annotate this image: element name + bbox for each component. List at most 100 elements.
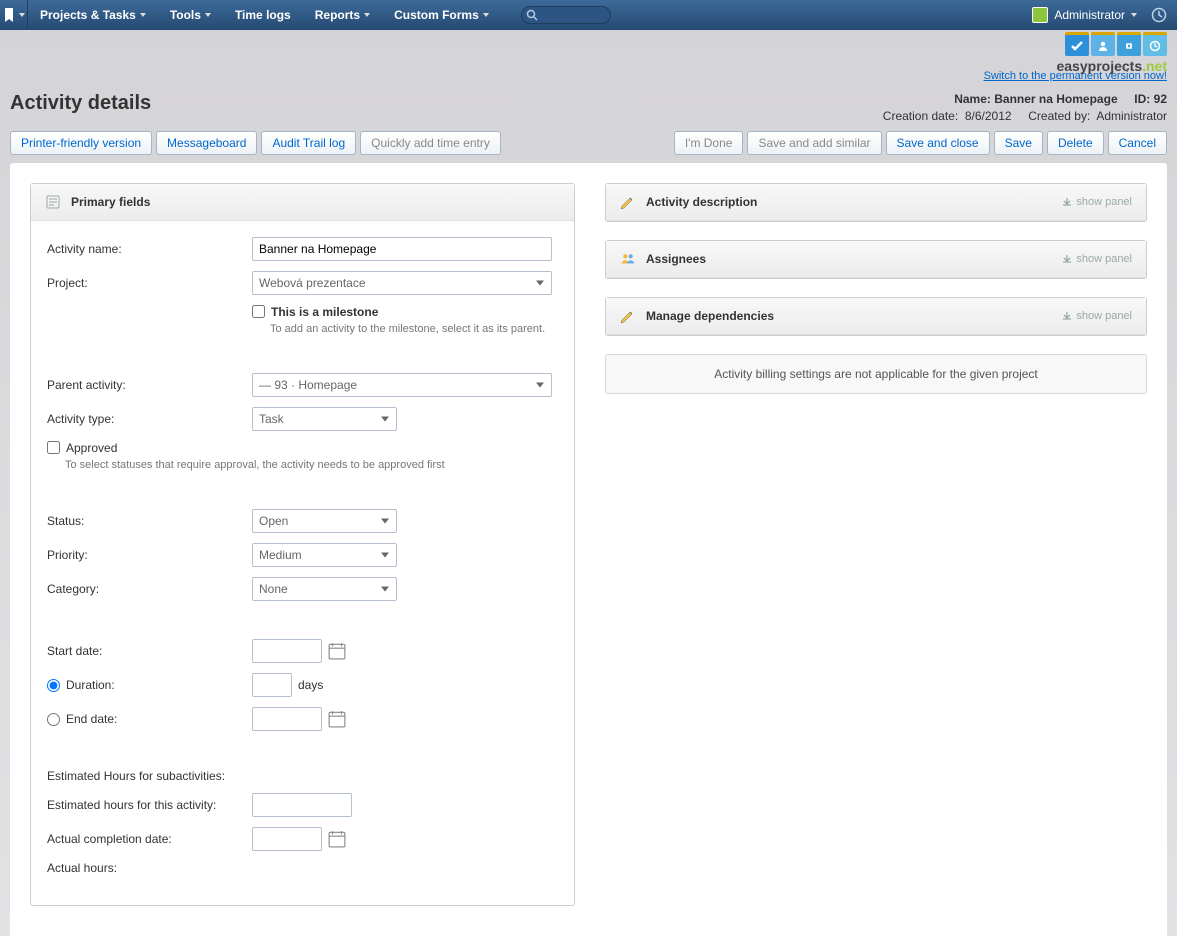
download-icon (1062, 311, 1072, 321)
parent-activity-select[interactable]: — 93 · Homepage (252, 373, 552, 397)
bookmark-icon (3, 8, 15, 22)
nav-custom-forms[interactable]: Custom Forms (382, 0, 501, 30)
download-icon (1062, 197, 1072, 207)
parent-activity-label: Parent activity: (47, 378, 252, 392)
assignees-title: Assignees (646, 252, 706, 266)
download-icon (1062, 254, 1072, 264)
im-done-button[interactable]: I'm Done (674, 131, 744, 155)
meta-created-by-label: Created by: (1028, 109, 1090, 123)
avatar (1032, 7, 1048, 23)
cancel-button[interactable]: Cancel (1108, 131, 1167, 155)
activity-type-label: Activity type: (47, 412, 252, 426)
activity-name-label: Activity name: (47, 242, 252, 256)
primary-fields-title: Primary fields (71, 195, 150, 209)
manage-dependencies-title: Manage dependencies (646, 309, 774, 323)
caret-down-icon (483, 13, 489, 17)
start-date-input[interactable] (252, 639, 322, 663)
status-select[interactable]: Open (252, 509, 397, 533)
pencil-icon (620, 308, 636, 324)
activity-name-input[interactable] (252, 237, 552, 261)
category-select[interactable]: None (252, 577, 397, 601)
show-panel-link[interactable]: show panel (1062, 253, 1132, 265)
project-label: Project: (47, 276, 252, 290)
caret-down-icon (205, 13, 211, 17)
estimated-sub-label: Estimated Hours for subactivities: (47, 769, 252, 783)
project-select[interactable]: Webová prezentace (252, 271, 552, 295)
approved-checkbox[interactable] (47, 441, 60, 454)
user-name-label: Administrator (1054, 8, 1125, 22)
nav-tools[interactable]: Tools (158, 0, 223, 30)
status-label: Status: (47, 514, 252, 528)
brand-check-icon (1070, 39, 1084, 53)
page-title: Activity details (10, 92, 883, 115)
navbar: Projects & Tasks Tools Time logs Reports… (0, 0, 1177, 30)
start-date-label: Start date: (47, 644, 252, 658)
milestone-checkbox[interactable] (252, 305, 265, 318)
end-date-input[interactable] (252, 707, 322, 731)
calendar-icon[interactable] (328, 642, 346, 660)
estimated-this-label: Estimated hours for this activity: (47, 798, 252, 812)
actual-hours-label: Actual hours: (47, 861, 252, 875)
nav-reports[interactable]: Reports (303, 0, 382, 30)
end-date-label: End date: (66, 712, 117, 726)
brand-person-icon (1097, 40, 1109, 52)
billing-info-strip: Activity billing settings are not applic… (605, 354, 1147, 394)
end-date-radio[interactable] (47, 713, 60, 726)
meta-name-label: Name: (954, 92, 991, 106)
priority-select[interactable]: Medium (252, 543, 397, 567)
assignees-panel: Assignees show panel (605, 240, 1147, 279)
audit-trail-button[interactable]: Audit Trail log (261, 131, 356, 155)
activity-description-panel: Activity description show panel (605, 183, 1147, 222)
milestone-hint: To add an activity to the milestone, sel… (270, 323, 558, 335)
messageboard-button[interactable]: Messageboard (156, 131, 257, 155)
category-label: Category: (47, 582, 252, 596)
meta-name-value: Banner na Homepage (994, 92, 1117, 106)
meta-created-by-value: Administrator (1096, 109, 1167, 123)
user-menu[interactable]: Administrator (1032, 7, 1137, 23)
meta-creation-date-value: 8/6/2012 (965, 109, 1012, 123)
brand-clock-icon (1149, 40, 1161, 52)
duration-unit: days (298, 678, 323, 692)
activity-description-title: Activity description (646, 195, 757, 209)
save-add-similar-button[interactable]: Save and add similar (747, 131, 881, 155)
show-panel-link[interactable]: show panel (1062, 310, 1132, 322)
caret-down-icon (1131, 13, 1137, 17)
save-button[interactable]: Save (994, 131, 1043, 155)
caret-down-icon (364, 13, 370, 17)
actual-completion-label: Actual completion date: (47, 832, 252, 846)
save-and-close-button[interactable]: Save and close (886, 131, 990, 155)
meta-id-label: ID: (1134, 92, 1150, 106)
brand-logo: easyprojects.net (1047, 30, 1167, 74)
clock-icon[interactable] (1151, 7, 1167, 23)
actual-completion-input[interactable] (252, 827, 322, 851)
duration-input[interactable] (252, 673, 292, 697)
caret-down-icon (19, 13, 25, 17)
activity-meta: Name: Banner na Homepage ID: 92 Creation… (883, 92, 1167, 123)
estimated-hours-input[interactable] (252, 793, 352, 817)
caret-down-icon (140, 13, 146, 17)
nav-time-logs[interactable]: Time logs (223, 0, 303, 30)
approved-hint: To select statuses that require approval… (65, 459, 558, 471)
search-icon (526, 9, 538, 21)
nav-projects-tasks[interactable]: Projects & Tasks (28, 0, 158, 30)
approved-label: Approved (66, 441, 117, 455)
calendar-icon[interactable] (328, 710, 346, 728)
milestone-label: This is a milestone (271, 305, 378, 319)
duration-radio[interactable] (47, 679, 60, 692)
quickly-add-time-button[interactable]: Quickly add time entry (360, 131, 501, 155)
meta-creation-date-label: Creation date: (883, 109, 958, 123)
calendar-icon[interactable] (328, 830, 346, 848)
bookmark-menu-button[interactable] (0, 0, 28, 30)
activity-type-select[interactable]: Task (252, 407, 397, 431)
pencil-icon (620, 194, 636, 210)
show-panel-link[interactable]: show panel (1062, 196, 1132, 208)
priority-label: Priority: (47, 548, 252, 562)
printer-friendly-button[interactable]: Printer-friendly version (10, 131, 152, 155)
manage-dependencies-panel: Manage dependencies show panel (605, 297, 1147, 336)
primary-fields-panel: Primary fields Activity name: Project: (30, 183, 575, 906)
duration-label: Duration: (66, 678, 115, 692)
form-icon (45, 194, 61, 210)
people-icon (620, 251, 636, 267)
brand-link-icon (1123, 40, 1135, 52)
delete-button[interactable]: Delete (1047, 131, 1104, 155)
